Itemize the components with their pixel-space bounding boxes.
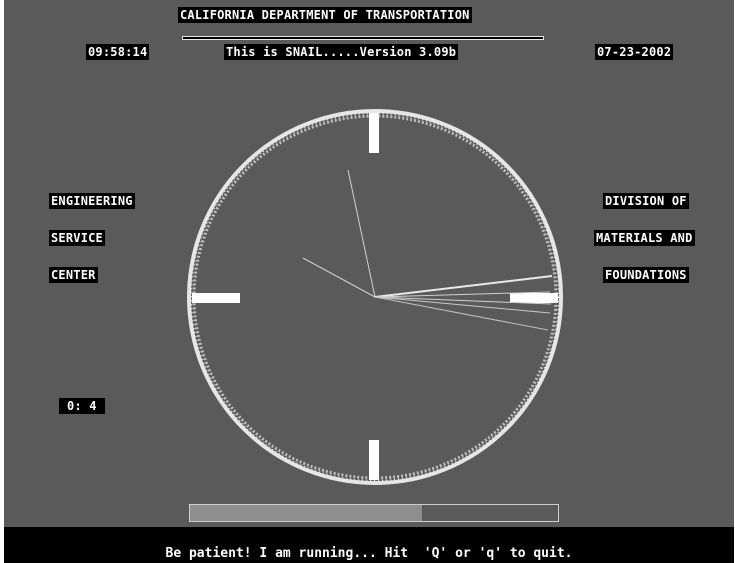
rotation-dial [187,109,563,485]
snail-screen: CALIFORNIA DEPARTMENT OF TRANSPORTATION … [4,0,734,563]
trace-line [347,169,376,298]
dial-tick-bottom [369,440,379,480]
dial-tick-left [192,293,240,303]
dial-tick-right [510,293,558,303]
status-bar: Be patient! I am running... Hit 'Q' or '… [4,527,734,563]
dial-tick-top [369,113,379,153]
progress-bar-fill [190,505,422,521]
trace-line [302,257,376,298]
progress-bar [189,504,559,522]
status-message: Be patient! I am running... Hit 'Q' or '… [165,546,573,561]
